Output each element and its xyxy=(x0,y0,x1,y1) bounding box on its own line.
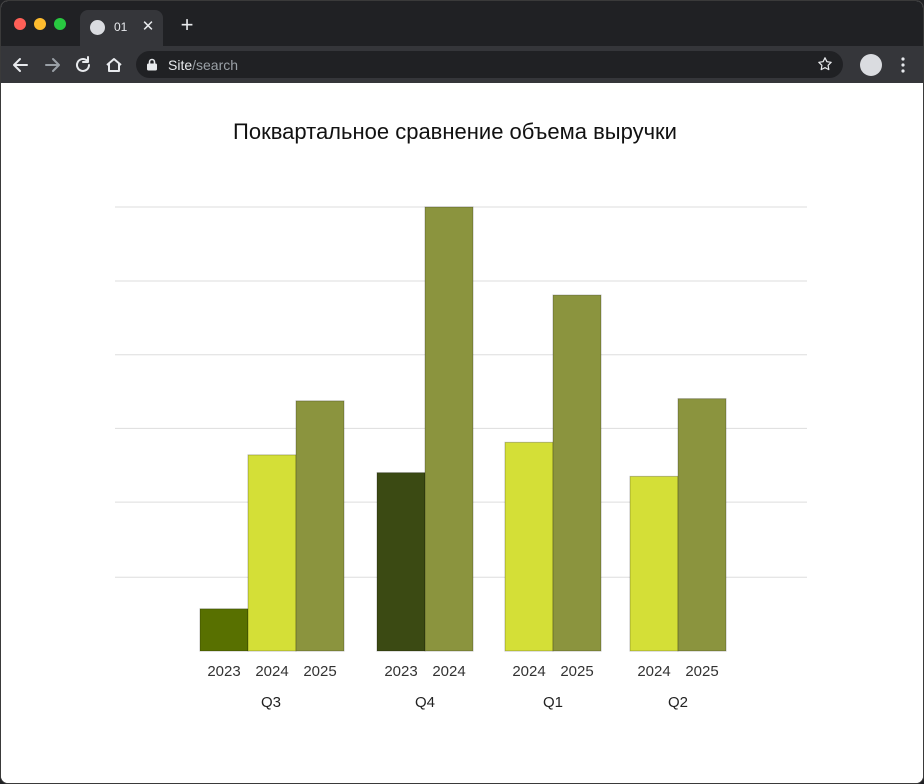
category-label: Q1 xyxy=(543,694,563,711)
bar-q1-2024 xyxy=(504,441,554,652)
home-icon[interactable] xyxy=(103,54,125,76)
forward-arrow-icon[interactable] xyxy=(41,54,63,76)
bar-q2-2025 xyxy=(677,398,727,652)
url-path: /search xyxy=(192,57,239,73)
tick-label: 2024 xyxy=(637,663,670,680)
tick-label: 2023 xyxy=(384,663,417,680)
tick-label: 2023 xyxy=(207,663,240,680)
tick-label: 2024 xyxy=(255,663,288,680)
reload-icon[interactable] xyxy=(72,54,94,76)
tick-label: 2024 xyxy=(512,663,545,680)
bar-q3-2025 xyxy=(295,400,345,652)
bar-q3-2024 xyxy=(247,454,297,652)
bar-q1-2025 xyxy=(552,294,602,652)
bar-q2-2024 xyxy=(629,475,679,652)
category-label: Q3 xyxy=(261,694,281,711)
tick-label: 2025 xyxy=(560,663,593,680)
page-content: Поквартальное сравнение объема выручки 2… xyxy=(1,83,923,783)
tick-label: 2024 xyxy=(432,663,465,680)
tab-close-icon[interactable]: ✕ xyxy=(140,17,156,37)
favicon-icon xyxy=(90,20,105,35)
profile-avatar[interactable] xyxy=(860,54,882,76)
bar-chart: 2023 2024 2025 Q3 2023 2024 Q4 2024 2025 Q1 2024 20… xyxy=(115,206,807,711)
star-icon[interactable] xyxy=(817,56,833,72)
browser-toolbar: Site/search xyxy=(1,46,923,83)
kebab-menu-icon[interactable] xyxy=(896,55,910,75)
title-bar: 01 ✕ + xyxy=(1,1,923,46)
close-window-button[interactable] xyxy=(14,18,26,30)
category-label: Q4 xyxy=(415,694,435,711)
bar-q3-2023 xyxy=(199,608,249,652)
maximize-window-button[interactable] xyxy=(54,18,66,30)
url-text: Site/search xyxy=(168,57,238,73)
url-host: Site xyxy=(168,57,193,73)
back-arrow-icon[interactable] xyxy=(10,54,32,76)
new-tab-icon[interactable]: + xyxy=(176,14,198,36)
minimize-window-button[interactable] xyxy=(34,18,46,30)
browser-tab[interactable]: 01 ✕ xyxy=(80,10,163,46)
bar-q4-2023 xyxy=(376,472,426,652)
category-label: Q2 xyxy=(668,694,688,711)
address-bar[interactable]: Site/search xyxy=(136,51,843,78)
lock-icon xyxy=(147,58,157,71)
tick-label: 2025 xyxy=(303,663,336,680)
tick-label: 2025 xyxy=(685,663,718,680)
browser-window: 01 ✕ + Site/search Поквартальное сравнен… xyxy=(0,0,924,784)
tab-title: 01 xyxy=(114,20,128,34)
bar-q4-2024 xyxy=(424,206,474,652)
